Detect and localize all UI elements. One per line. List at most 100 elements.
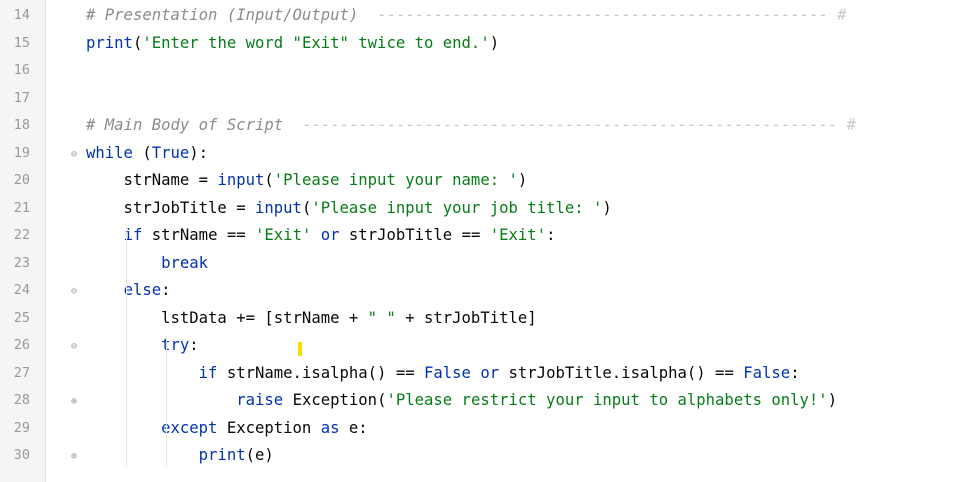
code-text[interactable]: lstData += [strName + " " + strJobTitle]	[86, 305, 537, 333]
fold-toggle-icon[interactable]: ⊕	[71, 451, 82, 462]
line-number: 17	[13, 89, 30, 106]
code-token: strName.isalpha() ==	[226, 363, 424, 382]
line-number: 21	[13, 199, 30, 216]
code-line[interactable]: 19 while (True):	[0, 140, 963, 168]
code-line[interactable]: 23 break	[0, 250, 963, 278]
line-number: 24	[13, 282, 30, 298]
code-text[interactable]: if strName == 'Exit' or strJobTitle == '…	[86, 222, 556, 250]
code-token: + strJobTitle]	[395, 308, 537, 327]
code-text[interactable]: # Presentation (Input/Output) ----------…	[86, 2, 846, 30]
code-token: else	[123, 281, 162, 299]
code-text[interactable]: except Exception as e:	[86, 415, 368, 443]
fold-toggle-icon[interactable]: ⊖	[71, 286, 82, 297]
line-number: 22	[13, 227, 30, 243]
code-text[interactable]: print('Enter the word "Exit" twice to en…	[86, 30, 499, 58]
line-number: 19	[13, 144, 30, 161]
indent-guide	[166, 336, 167, 466]
code-text[interactable]: strName = input('Please input your name:…	[86, 167, 528, 195]
code-token: as	[320, 418, 349, 437]
code-token: False	[424, 363, 481, 382]
code-token: input	[255, 198, 302, 217]
code-text[interactable]: print(e)	[86, 442, 274, 470]
code-text[interactable]: while (True):	[86, 140, 208, 168]
code-token: 'Exit'	[255, 226, 312, 244]
code-line[interactable]: 21 strJobTitle = input('Please input you…	[0, 195, 963, 223]
code-token: while	[86, 143, 143, 162]
line-number: 28	[13, 392, 30, 408]
code-line[interactable]: 26 try:	[0, 332, 963, 360]
code-line[interactable]: 22 if strName == 'Exit' or strJobTitle =…	[0, 222, 963, 250]
code-token: :	[189, 336, 199, 354]
code-text[interactable]: raise Exception('Please restrict your in…	[86, 387, 837, 415]
code-token: break	[161, 253, 209, 272]
code-line[interactable]: 14 # Presentation (Input/Output) --------…	[0, 2, 963, 30]
code-text[interactable]: break	[86, 250, 208, 278]
line-number: 14	[13, 7, 30, 23]
code-token: or	[480, 363, 509, 382]
code-text[interactable]: if strName.isalpha() == False or strJobT…	[86, 360, 800, 388]
fold-toggle-icon[interactable]: ⊕	[71, 396, 82, 407]
code-token: :	[790, 363, 800, 382]
code-line[interactable]: 27 if strName.isalpha() == False or strJ…	[0, 360, 963, 388]
code-token: strJobTitle =	[86, 198, 255, 217]
code-token: strJobTitle ==	[348, 226, 490, 244]
code-text[interactable]: # Main Body of Script ------------------…	[86, 112, 856, 140]
code-line[interactable]: 16	[0, 57, 963, 85]
code-line[interactable]: 30 print(e)	[0, 442, 963, 470]
code-editor[interactable]: 14 # Presentation (Input/Output) --------…	[0, 0, 963, 482]
line-number: 29	[13, 419, 30, 436]
line-number: 26	[13, 337, 30, 353]
line-number: 15	[13, 34, 30, 51]
code-token: raise	[236, 391, 293, 409]
code-line[interactable]: 28 raise Exception('Please restrict your…	[0, 387, 963, 415]
code-token: True	[151, 143, 190, 162]
code-token: False	[743, 363, 791, 382]
code-token: ):	[189, 143, 209, 162]
code-token: print	[86, 33, 133, 52]
code-token: " "	[367, 308, 396, 327]
code-token: (	[142, 143, 152, 162]
line-number: 23	[13, 254, 30, 271]
code-token: ----------------------------------------…	[283, 116, 856, 134]
line-number: 30	[13, 447, 30, 463]
code-line[interactable]: 20 strName = input('Please input your na…	[0, 167, 963, 195]
code-text[interactable]: else:	[86, 277, 171, 305]
fold-toggle-icon[interactable]: ⊖	[71, 149, 82, 160]
code-token: print	[198, 446, 246, 464]
line-number: 16	[13, 62, 30, 78]
code-token: input	[217, 171, 265, 189]
code-token: :	[161, 281, 171, 299]
text-caret	[298, 342, 302, 356]
code-token: (	[301, 198, 312, 217]
line-number: 20	[13, 172, 30, 188]
code-text[interactable]: strJobTitle = input('Please input your j…	[86, 195, 612, 223]
code-token: (e)	[245, 446, 274, 464]
code-token: strName ==	[151, 226, 256, 244]
line-number: 18	[13, 117, 30, 133]
code-token: lstData += [strName +	[86, 308, 368, 327]
code-token: )	[602, 198, 612, 217]
code-text[interactable]: try:	[86, 332, 199, 360]
code-token: 'Please input your job title: '	[311, 198, 603, 217]
code-token: )	[517, 171, 528, 189]
fold-toggle-icon[interactable]: ⊖	[71, 341, 82, 352]
code-token: strName =	[86, 171, 218, 189]
code-token: # Presentation (Input/Output)	[86, 6, 359, 24]
code-token: if	[123, 226, 152, 244]
code-token: :	[546, 226, 556, 244]
line-number: 27	[13, 364, 30, 381]
code-line[interactable]: 25 lstData += [strName + " " + strJobTit…	[0, 305, 963, 333]
code-line[interactable]: 17	[0, 85, 963, 113]
code-line[interactable]: 24 else:	[0, 277, 963, 305]
code-token: strJobTitle.isalpha() ==	[508, 363, 744, 382]
code-token: )	[827, 391, 838, 409]
code-line[interactable]: 15 print('Enter the word "Exit" twice to …	[0, 30, 963, 58]
code-line[interactable]: 29 except Exception as e:	[0, 415, 963, 443]
code-line[interactable]: 18 # Main Body of Script ----------------…	[0, 112, 963, 140]
